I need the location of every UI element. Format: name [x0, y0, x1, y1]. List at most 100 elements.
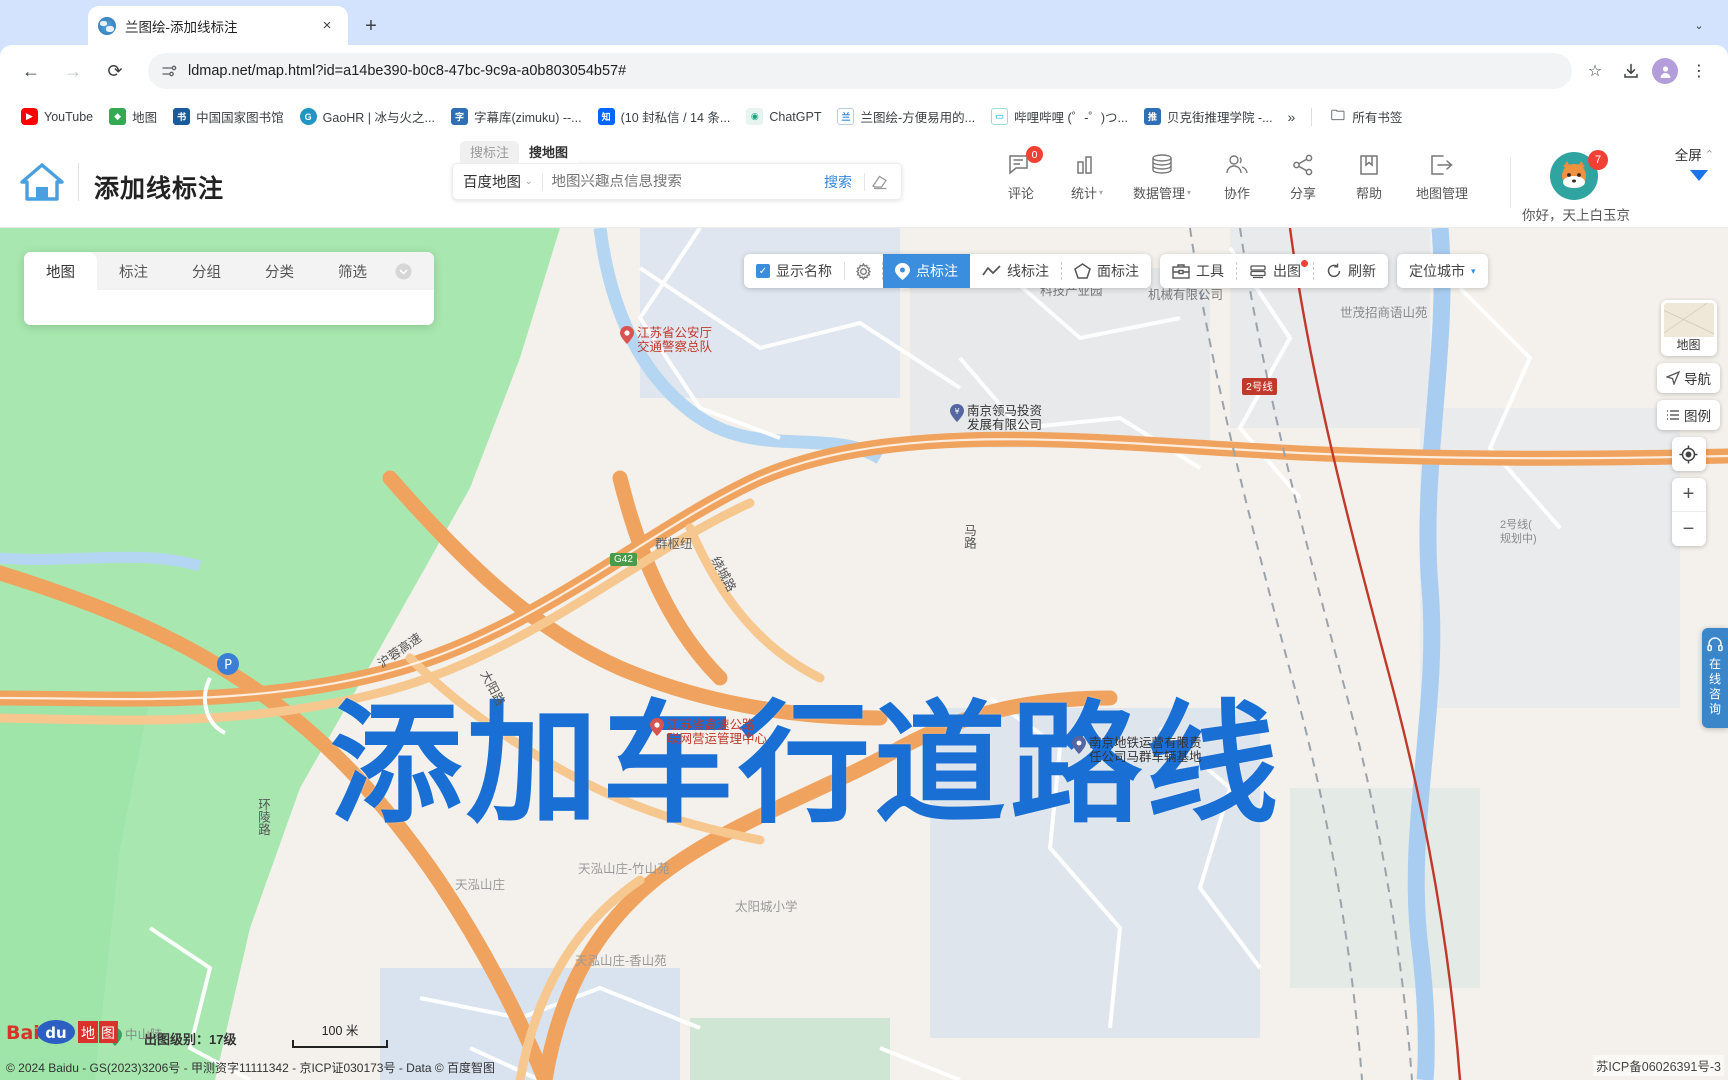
bookmark-label: 地图 [132, 111, 158, 125]
checkbox-checked-icon: ✓ [756, 264, 770, 278]
back-button[interactable]: ← [14, 54, 48, 88]
search-input[interactable] [551, 173, 816, 190]
all-bookmarks-button[interactable]: 🗀 所有书签 [1322, 103, 1409, 130]
bookmark-beikejie[interactable]: 推 贝克街推理学院 -... [1137, 103, 1280, 130]
close-icon[interactable]: × [316, 15, 338, 37]
map-label: 天泓山庄 [455, 878, 506, 892]
bookmark-gaohr[interactable]: G GaoHR | 冰与火之... [293, 103, 442, 130]
bookmark-maps[interactable]: ◆ 地图 [102, 103, 164, 130]
map-toolbar: ✓ 显示名称 点标注 线标注 面标注 工具 出图 刷新 定位城市 ▾ [744, 254, 1488, 288]
tool-help[interactable]: 帮助 [1336, 150, 1402, 202]
refresh-button[interactable]: 刷新 [1314, 254, 1388, 288]
globe-icon [98, 16, 116, 35]
bookmarks-overflow-button[interactable]: » [1282, 105, 1302, 129]
tab-title: 兰图绘-添加线标注 [125, 19, 238, 35]
chatgpt-icon: ◉ [746, 108, 764, 125]
divider [1510, 158, 1511, 208]
bookmark-label: 贝克街推理学院 -... [1166, 111, 1273, 125]
bilibili-icon: ▭ [991, 108, 1009, 125]
dropdown-caret-icon[interactable] [1690, 170, 1708, 181]
mode-area-annotation[interactable]: 面标注 [1062, 254, 1151, 288]
svg-text:地: 地 [81, 1026, 95, 1042]
download-icon[interactable] [1616, 56, 1646, 86]
chevron-down-circle-icon[interactable] [389, 252, 412, 290]
beikejie-icon: 推 [1143, 108, 1161, 125]
zoom-in-button[interactable]: + [1671, 478, 1706, 512]
mode-point-annotation[interactable]: 点标注 [883, 254, 970, 288]
export-icon [1250, 264, 1266, 278]
home-icon[interactable] [16, 156, 68, 208]
locate-city-button[interactable]: 定位城市 ▾ [1397, 254, 1488, 288]
map-label: 天泓山庄-香山苑 [575, 954, 667, 968]
map-thumbnail [1663, 303, 1714, 337]
pin-icon [895, 262, 910, 280]
omnibar-area: ← → ⟳ ldmap.net/map.html?id=a14be390-b0c… [0, 45, 1728, 136]
bookmark-nlc[interactable]: 书 中国国家图书馆 [166, 103, 291, 130]
tab-annotation[interactable]: 标注 [97, 252, 170, 290]
export-button[interactable]: 出图 [1237, 254, 1313, 288]
fullscreen-button[interactable]: 全屏 ⌃ [1675, 144, 1714, 164]
page-settings-icon[interactable] [160, 62, 178, 80]
divider [1311, 107, 1313, 126]
bookmark-zhihu[interactable]: 知 (10 封私信 / 14 条... [591, 103, 738, 130]
show-names-label: 显示名称 [776, 263, 832, 279]
forward-button[interactable]: → [56, 54, 90, 88]
search-source-select[interactable]: 百度地图 ⌄ [463, 171, 533, 192]
map-poi[interactable]: ¥ 南京领马投资 发展有限公司 [950, 404, 1042, 432]
tools-button[interactable]: 工具 [1160, 254, 1236, 288]
bookmark-label: 字幕库(zimuku) --... [473, 111, 582, 125]
tool-map-management[interactable]: 地图管理 [1402, 150, 1482, 202]
tool-collaborate[interactable]: 协作 [1204, 150, 1270, 202]
tab-search-map[interactable]: 搜地图 [519, 141, 579, 163]
tab-search-annotation[interactable]: 搜标注 [460, 141, 520, 163]
map-type-button[interactable]: 地图 [1660, 300, 1717, 356]
database-icon [1149, 150, 1175, 180]
tool-statistics[interactable]: 统计 ▾ [1054, 150, 1120, 202]
zoom-out-button[interactable]: − [1672, 512, 1706, 546]
browser-tab[interactable]: 兰图绘-添加线标注 × [88, 6, 348, 45]
mode-line-annotation[interactable]: 线标注 [970, 254, 1061, 288]
map-tiles: P [0, 228, 1728, 1080]
search-source-label: 百度地图 [463, 175, 521, 191]
tab-group[interactable]: 分组 [170, 252, 243, 290]
bookmark-star-icon[interactable]: ☆ [1580, 56, 1610, 86]
zimuku-icon: 字 [450, 108, 468, 125]
online-consult-button[interactable]: 在线咨询 [1702, 628, 1728, 728]
tool-comment[interactable]: 0 评论 [988, 146, 1054, 202]
map-poi[interactable]: 江苏省公安厅 交通警察总队 [620, 326, 712, 354]
bookmark-youtube[interactable]: ▶ YouTube [14, 104, 100, 129]
svg-text:¥: ¥ [954, 407, 959, 416]
legend-button[interactable]: 图例 [1657, 400, 1720, 430]
url-text: ldmap.net/map.html?id=a14be390-b0c8-47bc… [188, 63, 627, 79]
road-label: 环陵路 [256, 798, 270, 836]
reload-button[interactable]: ⟳ [98, 54, 132, 88]
center-location-button[interactable] [1671, 437, 1706, 471]
divider [78, 163, 79, 201]
map-canvas[interactable]: P 添加车行道路线 江苏省公安厅 交通警察总队 威克曼智能 科技产业园 ¥ 南京… [0, 228, 1728, 1080]
left-panel-body [24, 290, 434, 325]
bookmark-zimuku[interactable]: 字 字幕库(zimuku) --... [444, 103, 589, 130]
tab-map[interactable]: 地图 [24, 252, 97, 290]
bookmark-chatgpt[interactable]: ◉ ChatGPT [739, 104, 828, 129]
youtube-icon: ▶ [21, 108, 38, 125]
new-tab-button[interactable]: + [358, 13, 384, 39]
tab-category[interactable]: 分类 [243, 252, 316, 290]
tool-data-management[interactable]: 数据管理 ▾ [1120, 150, 1204, 202]
bookmark-bilibili[interactable]: ▭ 哔哩哔哩 (゜-゜)つ... [984, 103, 1135, 130]
settings-button[interactable] [845, 254, 882, 288]
chevron-down-icon[interactable]: ⌄ [1686, 12, 1712, 38]
profile-avatar[interactable] [1652, 58, 1678, 84]
address-bar[interactable]: ldmap.net/map.html?id=a14be390-b0c8-47bc… [148, 53, 1572, 89]
tool-share[interactable]: 分享 [1270, 150, 1336, 202]
left-panel-tabs: 地图 标注 分组 分类 筛选 [24, 252, 434, 290]
tab-filter[interactable]: 筛选 [316, 252, 389, 290]
map-poi[interactable]: 江苏省高速公路 联网营运管理中心 [650, 718, 767, 746]
search-button[interactable]: 搜索 [816, 172, 860, 192]
browser-menu-icon[interactable]: ⋮ [1684, 56, 1714, 86]
navigation-button[interactable]: 导航 [1657, 363, 1720, 393]
show-names-toggle[interactable]: ✓ 显示名称 [744, 254, 844, 288]
map-poi[interactable]: 南京地铁运营有限责 任公司马群车辆基地 [1072, 736, 1202, 764]
eraser-icon[interactable] [869, 171, 891, 193]
mode-label: 面标注 [1097, 263, 1139, 279]
bookmark-ldmap[interactable]: 兰 兰图绘-方便易用的... [830, 103, 982, 130]
